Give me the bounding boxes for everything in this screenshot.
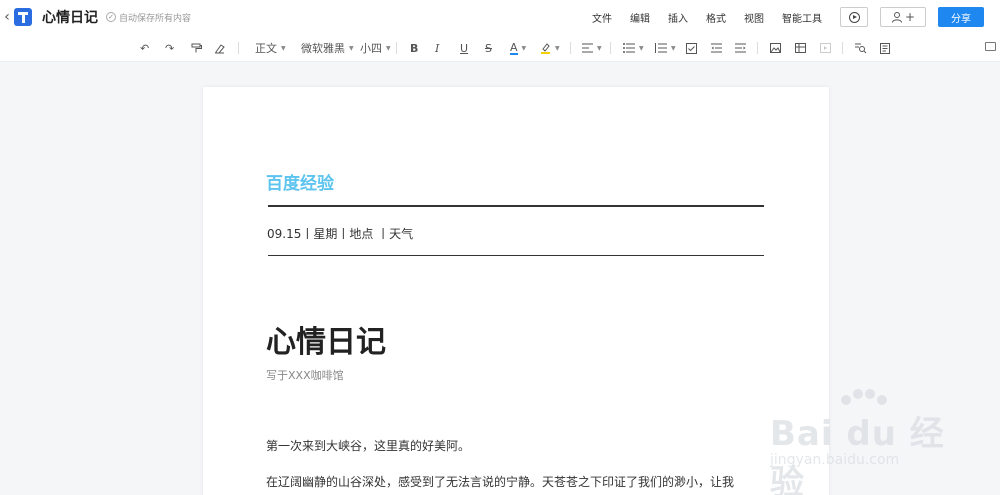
add-collaborator-button[interactable]: + <box>880 7 926 27</box>
chevron-down-icon: ▼ <box>349 44 354 52</box>
document-page[interactable]: 百度经验 09.15丨星期丨地点 丨天气 心情日记 写于XXX咖啡馆 第一次来到… <box>203 87 829 495</box>
save-status: ✓ 自动保存所有内容 <box>106 11 191 24</box>
present-button[interactable] <box>840 7 868 27</box>
toolbar-divider <box>238 42 239 54</box>
menu-bar: 文件 编辑 插入 格式 视图 智能工具 + 分享 <box>592 7 1000 27</box>
insert-media-icon[interactable] <box>820 40 831 56</box>
chevron-down-icon: ▼ <box>639 44 644 52</box>
bold-button[interactable]: B <box>410 40 418 56</box>
comment-icon[interactable] <box>985 42 996 51</box>
menu-view[interactable]: 视图 <box>744 10 764 25</box>
toolbar-divider <box>610 42 611 54</box>
menu-format[interactable]: 格式 <box>706 10 726 25</box>
menu-file[interactable]: 文件 <box>592 10 612 25</box>
user-icon <box>891 12 902 23</box>
body-paragraph: 在辽阔幽静的山谷深处，感受到了无法言说的宁静。天苍苍之下印证了我们的渺小，让我 <box>266 475 735 489</box>
redo-icon[interactable]: ↷ <box>165 40 174 56</box>
document-outline-icon[interactable] <box>880 40 890 56</box>
toolbar-divider <box>842 42 843 54</box>
date-meta-line: 09.15丨星期丨地点 丨天气 <box>267 227 414 241</box>
strikethrough-button[interactable]: S <box>485 40 492 56</box>
check-icon: ✓ <box>106 12 116 22</box>
format-painter-icon[interactable] <box>191 40 202 56</box>
paragraph-style-select[interactable]: 正文 ▼ <box>255 40 286 56</box>
save-status-text: 自动保存所有内容 <box>119 13 192 24</box>
app-header: ‹ 心情日记 ✓ 自动保存所有内容 文件 编辑 插入 格式 视图 智能工具 + … <box>0 0 1000 34</box>
body-paragraph: 第一次来到大峡谷，这里真的好美阿。 <box>266 439 471 453</box>
chevron-down-icon: ▼ <box>521 44 527 52</box>
menu-insert[interactable]: 插入 <box>668 10 688 25</box>
font-size-value: 小四 <box>360 42 382 55</box>
toolbar-divider <box>396 42 397 54</box>
font-color-icon: A <box>510 40 518 55</box>
share-button[interactable]: 分享 <box>938 7 984 27</box>
document-title[interactable]: 心情日记 <box>42 7 98 27</box>
numbered-list-button[interactable]: ▼ <box>655 40 676 56</box>
clear-format-icon[interactable] <box>214 40 225 56</box>
checklist-icon[interactable] <box>686 40 697 56</box>
paragraph-style-value: 正文 <box>255 42 277 55</box>
menu-edit[interactable]: 编辑 <box>630 10 650 25</box>
plus-icon: + <box>904 10 916 24</box>
indent-icon[interactable] <box>735 40 746 56</box>
highlight-button[interactable]: ▼ <box>540 40 560 56</box>
toolbar-divider <box>757 42 758 54</box>
bullet-list-button[interactable]: ▼ <box>623 40 644 56</box>
baidu-watermark: Bai du 经验 jingyan.baidu.com <box>762 388 962 495</box>
font-family-value: 微软雅黑 <box>301 42 345 55</box>
chevron-down-icon: ▼ <box>386 44 391 52</box>
undo-icon[interactable]: ↶ <box>140 40 149 56</box>
meta-divider <box>268 255 764 256</box>
menu-smart-tools[interactable]: 智能工具 <box>782 10 822 25</box>
document-subtitle: 写于XXX咖啡馆 <box>266 369 344 382</box>
play-icon <box>848 11 860 23</box>
find-replace-icon[interactable] <box>855 40 867 56</box>
highlight-icon <box>541 43 550 54</box>
heading-divider <box>268 205 764 207</box>
chevron-down-icon: ▼ <box>281 44 286 52</box>
align-button[interactable]: ▼ <box>582 40 602 56</box>
align-left-icon <box>582 43 593 53</box>
outdent-icon[interactable] <box>711 40 722 56</box>
font-size-select[interactable]: 小四 ▼ <box>360 40 391 56</box>
numbered-list-icon <box>655 43 667 53</box>
watermark-url: jingyan.baidu.com <box>770 452 900 468</box>
insert-image-icon[interactable] <box>770 40 781 56</box>
formatting-toolbar: ↶ ↷ 正文 ▼ 微软雅黑 ▼ 小四 ▼ B I U S A ▼ ▼ ▼ ▼ ▼ <box>0 34 1000 62</box>
italic-button[interactable]: I <box>435 40 439 56</box>
chevron-down-icon: ▼ <box>597 44 602 52</box>
back-icon[interactable]: ‹ <box>2 9 12 25</box>
underline-button[interactable]: U <box>460 40 468 56</box>
chevron-down-icon: ▼ <box>671 44 676 52</box>
document-main-title: 心情日记 <box>266 325 386 360</box>
toolbar-divider <box>570 42 571 54</box>
document-brand-heading: 百度经验 <box>266 174 334 194</box>
app-logo-icon <box>14 8 32 26</box>
insert-table-icon[interactable] <box>795 40 806 56</box>
watermark-brand: Bai du 经验 <box>770 414 945 495</box>
chevron-down-icon: ▼ <box>555 44 560 52</box>
bullet-list-icon <box>623 43 635 53</box>
font-color-button[interactable]: A ▼ <box>510 40 526 56</box>
font-family-select[interactable]: 微软雅黑 ▼ <box>301 40 354 56</box>
